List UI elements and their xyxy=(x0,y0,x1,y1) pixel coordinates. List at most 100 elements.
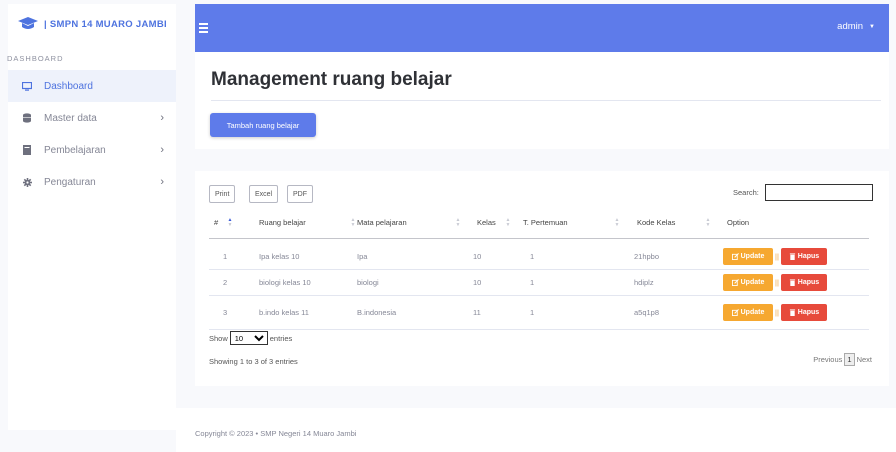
divider xyxy=(209,329,869,330)
column-header-kelas[interactable]: Kelas xyxy=(477,208,496,238)
update-button[interactable]: Update xyxy=(723,304,773,321)
cell-kode: hdiplz xyxy=(634,278,654,287)
trash-icon xyxy=(789,309,795,316)
graduation-cap-icon xyxy=(18,17,38,29)
update-label: Update xyxy=(740,253,765,260)
cell-ruang: Ipa kelas 10 xyxy=(259,252,300,261)
chevron-right-icon: › xyxy=(160,176,164,188)
update-label: Update xyxy=(740,309,765,316)
table-row: 2 biologi kelas 10 biologi 10 1 hdiplz U… xyxy=(209,270,869,295)
database-icon xyxy=(22,113,32,123)
entries-label: entries xyxy=(269,333,293,343)
add-room-button[interactable]: Tambah ruang belajar xyxy=(210,113,316,137)
cell-kode: 21hpbo xyxy=(634,252,660,261)
show-label: Show xyxy=(209,333,228,343)
column-header-mapel[interactable]: Mata pelajaran xyxy=(357,208,407,238)
sort-icon: ▲ ▼ xyxy=(614,217,620,228)
cell-mapel: Ipa xyxy=(357,252,368,261)
next-page-button[interactable]: Next xyxy=(856,355,873,364)
edit-icon xyxy=(731,309,739,316)
sidebar-item-label: Master data xyxy=(44,112,97,124)
sidebar-item-label: Dashboard xyxy=(44,80,93,92)
divider xyxy=(209,295,869,296)
sort-icon: ▲ ▼ xyxy=(455,217,461,228)
search-input[interactable] xyxy=(765,184,873,201)
delete-button[interactable]: Hapus xyxy=(781,274,827,291)
update-label: Update xyxy=(740,279,765,286)
sort-icon: ▲ ▼ xyxy=(350,217,356,228)
cell-pertemuan: 1 xyxy=(530,278,535,287)
chevron-right-icon: › xyxy=(160,144,164,156)
entries-select[interactable]: 10 xyxy=(229,331,268,345)
column-header-option: Option xyxy=(727,218,750,227)
delete-label: Hapus xyxy=(797,253,820,260)
trash-icon xyxy=(789,279,795,286)
column-header-ruang[interactable]: Ruang belajar xyxy=(259,208,306,238)
caret-down-icon: ▼ xyxy=(869,23,875,30)
trash-icon xyxy=(789,253,795,260)
brand[interactable]: | SMPN 14 MUARO JAMBI xyxy=(8,4,176,44)
sidebar-item-master-data[interactable]: Master data › xyxy=(8,102,176,134)
book-icon xyxy=(22,145,32,155)
pdf-button[interactable]: PDF xyxy=(287,185,313,203)
sidebar: | SMPN 14 MUARO JAMBI DASHBOARD Dashboar… xyxy=(7,4,176,430)
cell-kelas: 10 xyxy=(473,252,482,261)
desktop-icon xyxy=(22,81,32,91)
gear-icon xyxy=(22,177,32,187)
column-header-pertemuan[interactable]: T. Pertemuan xyxy=(523,208,568,238)
app: | SMPN 14 MUARO JAMBI DASHBOARD Dashboar… xyxy=(0,0,896,452)
user-name: admin xyxy=(837,21,864,32)
table-row: 1 Ipa kelas 10 Ipa 10 1 21hpbo Update ||… xyxy=(209,244,869,269)
action-separator: || xyxy=(775,252,779,261)
cell-kode: a5q1p8 xyxy=(634,308,660,317)
sidebar-item-pengaturan[interactable]: Pengaturan › xyxy=(8,166,176,198)
search-label: Search: xyxy=(733,188,759,197)
page-length-control: Show 10 entries xyxy=(209,331,292,345)
sidebar-item-dashboard[interactable]: Dashboard xyxy=(8,70,176,102)
sidebar-item-pembelajaran[interactable]: Pembelajaran › xyxy=(8,134,176,166)
page-title: Management ruang belajar xyxy=(211,69,452,90)
footer-text: Copyright © 2023 • SMP Negeri 14 Muaro J… xyxy=(195,429,357,438)
cell-mapel: biologi xyxy=(357,278,379,287)
delete-button[interactable]: Hapus xyxy=(781,304,827,321)
cell-pertemuan: 1 xyxy=(530,308,535,317)
column-header-no[interactable]: # xyxy=(214,208,218,238)
page-button-1[interactable]: 1 xyxy=(844,353,855,366)
previous-page-button[interactable]: Previous xyxy=(812,355,843,364)
excel-button[interactable]: Excel xyxy=(249,185,279,203)
cell-no: 1 xyxy=(223,252,228,261)
pagination: Previous 1 Next xyxy=(812,353,873,366)
cell-mapel: B.indonesia xyxy=(357,308,397,317)
divider xyxy=(211,100,881,101)
update-button[interactable]: Update xyxy=(723,248,773,265)
sidebar-item-label: Pengaturan xyxy=(44,176,96,188)
sort-icon: ▲ ▼ xyxy=(227,217,233,228)
brand-name: | SMPN 14 MUARO JAMBI xyxy=(44,18,167,30)
user-menu[interactable]: admin ▼ xyxy=(837,21,875,32)
sort-icon: ▲ ▼ xyxy=(505,217,511,228)
update-button[interactable]: Update xyxy=(723,274,773,291)
divider xyxy=(209,238,869,239)
menu-toggle-icon[interactable] xyxy=(199,19,217,37)
column-header-kode[interactable]: Kode Kelas xyxy=(637,208,675,238)
cell-no: 3 xyxy=(223,308,228,317)
topbar: admin ▼ xyxy=(195,4,889,52)
table-row: 3 b.indo kelas 11 B.indonesia 11 1 a5q1p… xyxy=(209,300,869,325)
delete-label: Hapus xyxy=(797,279,820,286)
cell-kelas: 10 xyxy=(473,278,482,287)
cell-pertemuan: 1 xyxy=(530,252,535,261)
table-header: # ▲ ▼ Ruang belajar ▲ ▼ Mata pelajaran ▲ ▼ … xyxy=(209,208,869,238)
delete-label: Hapus xyxy=(797,309,820,316)
table-info: Showing 1 to 3 of 3 entries xyxy=(209,357,298,366)
cell-no: 2 xyxy=(223,278,228,287)
delete-button[interactable]: Hapus xyxy=(781,248,827,265)
chevron-right-icon: › xyxy=(160,112,164,124)
header-card: Management ruang belajar Tambah ruang be… xyxy=(195,52,889,149)
edit-icon xyxy=(731,253,739,260)
sidebar-item-label: Pembelajaran xyxy=(44,144,106,156)
table-card: Print Excel PDF Search: # ▲ ▼ Ruang belaj… xyxy=(195,171,889,386)
print-button[interactable]: Print xyxy=(209,185,236,203)
action-separator: || xyxy=(775,308,779,317)
edit-icon xyxy=(731,279,739,286)
sort-icon: ▲ ▼ xyxy=(705,217,711,228)
